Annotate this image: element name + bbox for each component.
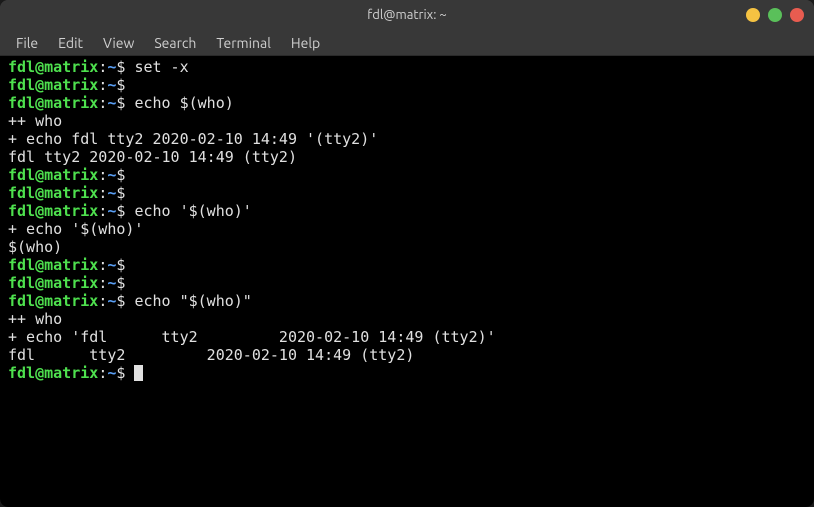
prompt-colon: : <box>98 76 107 94</box>
menu-view[interactable]: View <box>93 32 144 54</box>
prompt-sigil: $ <box>116 202 134 220</box>
output-text: + echo fdl tty2 2020-02-10 14:49 '(tty2)… <box>8 130 378 148</box>
terminal-line: fdl@matrix:~$ <box>8 76 806 94</box>
terminal-line: fdl@matrix:~$ <box>8 184 806 202</box>
prompt-sigil: $ <box>116 58 134 76</box>
terminal-line: fdl@matrix:~$ echo '$(who)' <box>8 202 806 220</box>
prompt-userhost: fdl@matrix <box>8 364 98 382</box>
prompt-colon: : <box>98 58 107 76</box>
menu-search[interactable]: Search <box>144 32 206 54</box>
prompt-colon: : <box>98 202 107 220</box>
command-text: echo '$(who)' <box>134 202 251 220</box>
prompt-userhost: fdl@matrix <box>8 274 98 292</box>
prompt-colon: : <box>98 184 107 202</box>
terminal-line: fdl@matrix:~$ <box>8 274 806 292</box>
prompt-sigil: $ <box>116 94 134 112</box>
output-text: ++ who <box>8 112 62 130</box>
minimize-button[interactable] <box>746 8 760 22</box>
prompt-userhost: fdl@matrix <box>8 292 98 310</box>
maximize-button[interactable] <box>768 8 782 22</box>
prompt-userhost: fdl@matrix <box>8 184 98 202</box>
terminal-line: fdl tty2 2020-02-10 14:49 (tty2) <box>8 346 806 364</box>
terminal-line: fdl@matrix:~$ <box>8 166 806 184</box>
terminal-line: fdl@matrix:~$ echo $(who) <box>8 94 806 112</box>
prompt-sigil: $ <box>116 364 134 382</box>
terminal-line: fdl tty2 2020-02-10 14:49 (tty2) <box>8 148 806 166</box>
terminal-line: + echo '$(who)' <box>8 220 806 238</box>
titlebar: fdl@matrix: ~ <box>0 0 814 30</box>
prompt-colon: : <box>98 94 107 112</box>
output-text: fdl tty2 2020-02-10 14:49 (tty2) <box>8 148 297 166</box>
prompt-userhost: fdl@matrix <box>8 202 98 220</box>
menu-help[interactable]: Help <box>281 32 330 54</box>
output-text: + echo 'fdl tty2 2020-02-10 14:49 (tty2)… <box>8 328 496 346</box>
prompt-userhost: fdl@matrix <box>8 94 98 112</box>
prompt-userhost: fdl@matrix <box>8 166 98 184</box>
prompt-sigil: $ <box>116 274 134 292</box>
terminal-output-area[interactable]: fdl@matrix:~$ set -xfdl@matrix:~$ fdl@ma… <box>0 56 814 507</box>
terminal-line: fdl@matrix:~$ echo "$(who)" <box>8 292 806 310</box>
prompt-sigil: $ <box>116 292 134 310</box>
prompt-colon: : <box>98 256 107 274</box>
prompt-colon: : <box>98 274 107 292</box>
prompt-sigil: $ <box>116 166 134 184</box>
window-controls <box>746 8 804 22</box>
prompt-sigil: $ <box>116 256 134 274</box>
prompt-sigil: $ <box>116 184 134 202</box>
terminal-line: $(who) <box>8 238 806 256</box>
output-text: ++ who <box>8 310 62 328</box>
output-text: + echo '$(who)' <box>8 220 143 238</box>
terminal-line: fdl@matrix:~$ <box>8 364 806 382</box>
prompt-userhost: fdl@matrix <box>8 58 98 76</box>
terminal-line: fdl@matrix:~$ <box>8 256 806 274</box>
menu-edit[interactable]: Edit <box>48 32 93 54</box>
prompt-userhost: fdl@matrix <box>8 76 98 94</box>
output-text: $(who) <box>8 238 62 256</box>
command-text: echo $(who) <box>134 94 233 112</box>
prompt-colon: : <box>98 364 107 382</box>
terminal-line: + echo fdl tty2 2020-02-10 14:49 '(tty2)… <box>8 130 806 148</box>
terminal-line: ++ who <box>8 112 806 130</box>
command-text: set -x <box>134 58 188 76</box>
menu-terminal[interactable]: Terminal <box>206 32 281 54</box>
prompt-colon: : <box>98 292 107 310</box>
menu-file[interactable]: File <box>6 32 48 54</box>
cursor-block <box>134 365 143 381</box>
close-button[interactable] <box>790 8 804 22</box>
terminal-line: fdl@matrix:~$ set -x <box>8 58 806 76</box>
terminal-line: + echo 'fdl tty2 2020-02-10 14:49 (tty2)… <box>8 328 806 346</box>
terminal-window: fdl@matrix: ~ File Edit View Search Term… <box>0 0 814 507</box>
prompt-colon: : <box>98 166 107 184</box>
prompt-userhost: fdl@matrix <box>8 256 98 274</box>
output-text: fdl tty2 2020-02-10 14:49 (tty2) <box>8 346 414 364</box>
prompt-sigil: $ <box>116 76 134 94</box>
window-title: fdl@matrix: ~ <box>367 8 446 22</box>
terminal-line: ++ who <box>8 310 806 328</box>
menubar: File Edit View Search Terminal Help <box>0 30 814 56</box>
command-text: echo "$(who)" <box>134 292 251 310</box>
